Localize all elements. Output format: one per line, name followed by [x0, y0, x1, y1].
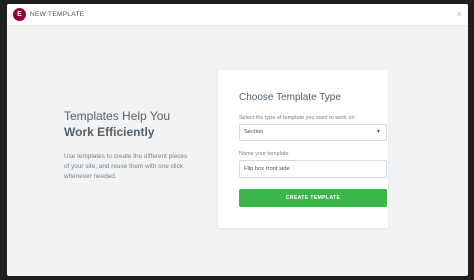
modal-header: E NEW TEMPLATE × — [7, 4, 468, 26]
template-type-label: Select the type of template you want to … — [239, 115, 355, 121]
intro-heading-line2: Work Efficiently — [64, 125, 155, 139]
form-title: Choose Template Type — [239, 92, 341, 103]
template-form-card: Choose Template Type Select the type of … — [218, 70, 388, 228]
chevron-down-icon: ▼ — [376, 129, 381, 135]
intro-heading-line1: Templates Help You — [64, 109, 171, 123]
template-name-input[interactable] — [239, 160, 387, 178]
template-type-select[interactable]: Section ▼ — [239, 124, 387, 141]
close-icon[interactable]: × — [457, 4, 462, 25]
create-template-button[interactable]: CREATE TEMPLATE — [239, 189, 387, 207]
modal-title: NEW TEMPLATE — [30, 11, 85, 18]
template-name-label: Name your template — [239, 151, 289, 157]
new-template-modal: E NEW TEMPLATE × Templates Help You Work… — [7, 4, 468, 276]
elementor-logo-icon: E — [13, 8, 26, 21]
template-type-value: Section — [244, 129, 264, 135]
intro-section: Templates Help You Work Efficiently Use … — [64, 108, 194, 182]
intro-description: Use templates to create the different pi… — [64, 153, 188, 180]
